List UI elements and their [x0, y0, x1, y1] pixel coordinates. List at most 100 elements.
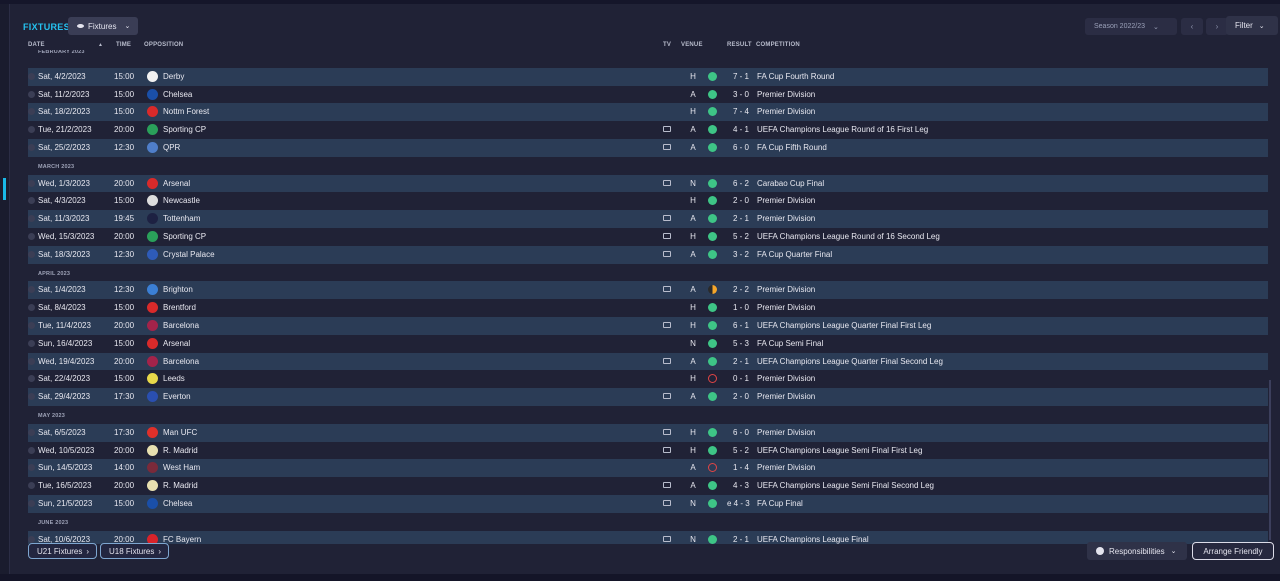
match-result[interactable]: 2 - 0: [727, 196, 749, 205]
opponent-name[interactable]: Sporting CP: [163, 125, 206, 134]
match-result[interactable]: 6 - 1: [727, 321, 749, 330]
u21-fixtures-button[interactable]: U21 Fixtures ›: [28, 543, 97, 559]
opponent-name[interactable]: Everton: [163, 392, 191, 401]
fixture-row[interactable]: Tue, 21/2/2023 20:00 Sporting CP A 4 - 1 UEFA…: [28, 121, 1268, 139]
season-selector[interactable]: Season 2022/23 ⌄: [1085, 18, 1177, 35]
competition-name[interactable]: Premier Division: [757, 392, 815, 401]
scrollbar-thumb[interactable]: [1269, 380, 1271, 540]
fixture-row[interactable]: Sat, 11/2/2023 15:00 Chelsea A 3 - 0 Premier …: [28, 86, 1268, 104]
competition-name[interactable]: Premier Division: [757, 428, 815, 437]
filter-button[interactable]: Filter ⌄: [1226, 16, 1278, 35]
match-result[interactable]: 7 - 4: [727, 107, 749, 116]
u18-fixtures-button[interactable]: U18 Fixtures ›: [100, 543, 169, 559]
column-header-result[interactable]: RESULT: [727, 42, 752, 48]
fixture-row[interactable]: Sat, 22/4/2023 15:00 Leeds H 0 - 1 Premier Di…: [28, 370, 1268, 388]
competition-name[interactable]: UEFA Champions League Semi Final First L…: [757, 446, 922, 455]
fixture-row[interactable]: Sat, 18/3/2023 12:30 Crystal Palace A 3 - 2 F…: [28, 245, 1268, 264]
fixture-row[interactable]: Sat, 1/4/2023 12:30 Brighton A 2 - 2 Premier …: [28, 281, 1268, 300]
competition-name[interactable]: UEFA Champions League Semi Final Second …: [757, 481, 934, 490]
opponent-name[interactable]: Barcelona: [163, 321, 199, 330]
competition-name[interactable]: UEFA Champions League Quarter Final Firs…: [757, 321, 931, 330]
opponent-name[interactable]: Nottm Forest: [163, 107, 209, 116]
match-result[interactable]: 2 - 1: [727, 214, 749, 223]
opponent-name[interactable]: R. Madrid: [163, 446, 198, 455]
opponent-name[interactable]: R. Madrid: [163, 481, 198, 490]
competition-name[interactable]: UEFA Champions League Round of 16 First …: [757, 125, 928, 134]
match-result[interactable]: e 4 - 3: [727, 499, 750, 508]
fixture-row[interactable]: Sun, 21/5/2023 15:00 Chelsea Ne 4 - 3 FA Cup…: [28, 494, 1268, 513]
opponent-name[interactable]: Man UFC: [163, 428, 197, 437]
fixture-row[interactable]: Sat, 25/2/2023 12:30 QPR A 6 - 0 FA Cup Fifth…: [28, 138, 1268, 157]
match-result[interactable]: 1 - 0: [727, 303, 749, 312]
opponent-name[interactable]: QPR: [163, 143, 180, 152]
column-header-venue[interactable]: VENUE: [681, 42, 703, 48]
opponent-name[interactable]: Crystal Palace: [163, 250, 215, 259]
competition-name[interactable]: FA Cup Quarter Final: [757, 250, 832, 259]
match-result[interactable]: 5 - 2: [727, 446, 749, 455]
opponent-name[interactable]: Arsenal: [163, 179, 190, 188]
opponent-name[interactable]: Sporting CP: [163, 232, 206, 241]
arrange-friendly-button[interactable]: Arrange Friendly: [1192, 542, 1274, 560]
fixture-row[interactable]: Sat, 8/4/2023 15:00 Brentford H 1 - 0 Premier…: [28, 299, 1268, 317]
competition-name[interactable]: FA Cup Fourth Round: [757, 72, 834, 81]
responsibilities-button[interactable]: Responsibilities ⌄: [1087, 542, 1187, 560]
match-result[interactable]: 3 - 2: [727, 250, 749, 259]
opponent-name[interactable]: Newcastle: [163, 196, 200, 205]
fixture-row[interactable]: Sat, 4/3/2023 15:00 Newcastle H 2 - 0 Premier…: [28, 192, 1268, 210]
competition-name[interactable]: Premier Division: [757, 214, 815, 223]
column-header-competition[interactable]: COMPETITION: [756, 42, 800, 48]
match-result[interactable]: 1 - 4: [727, 463, 749, 472]
match-result[interactable]: 2 - 1: [727, 535, 749, 544]
match-result[interactable]: 7 - 1: [727, 72, 749, 81]
competition-name[interactable]: Premier Division: [757, 374, 815, 383]
opponent-name[interactable]: Arsenal: [163, 339, 190, 348]
fixture-row[interactable]: Wed, 19/4/2023 20:00 Barcelona A 2 - 1 UEFA C…: [28, 352, 1268, 371]
competition-name[interactable]: UEFA Champions League Round of 16 Second…: [757, 232, 940, 241]
competition-name[interactable]: Premier Division: [757, 303, 815, 312]
match-result[interactable]: 6 - 2: [727, 179, 749, 188]
fixture-row[interactable]: Sat, 10/6/2023 20:00 FC Bayern N 2 - 1 UEFA C…: [28, 530, 1268, 544]
match-result[interactable]: 6 - 0: [727, 143, 749, 152]
match-result[interactable]: 6 - 0: [727, 428, 749, 437]
opponent-name[interactable]: Leeds: [163, 374, 185, 383]
fixture-row[interactable]: Tue, 16/5/2023 20:00 R. Madrid A 4 - 3 UEFA C…: [28, 477, 1268, 495]
competition-name[interactable]: FA Cup Semi Final: [757, 339, 823, 348]
match-result[interactable]: 3 - 0: [727, 90, 749, 99]
match-result[interactable]: 0 - 1: [727, 374, 749, 383]
opponent-name[interactable]: West Ham: [163, 463, 200, 472]
column-header-time[interactable]: TIME: [116, 42, 131, 48]
opponent-name[interactable]: Chelsea: [163, 499, 192, 508]
match-result[interactable]: 2 - 2: [727, 285, 749, 294]
fixture-row[interactable]: Sat, 4/2/2023 15:00 Derby H 7 - 1 FA Cup Four…: [28, 67, 1268, 86]
fixture-row[interactable]: Sun, 16/4/2023 15:00 Arsenal N 5 - 3 FA Cup S…: [28, 335, 1268, 353]
fixture-row[interactable]: Sat, 11/3/2023 19:45 Tottenham A 2 - 1 Premie…: [28, 210, 1268, 228]
fixture-row[interactable]: Wed, 15/3/2023 20:00 Sporting CP H 5 - 2 UEFA…: [28, 228, 1268, 246]
column-header-tv[interactable]: TV: [663, 42, 671, 48]
fixture-row[interactable]: Sun, 14/5/2023 14:00 West Ham A 1 - 4 Premier…: [28, 459, 1268, 478]
competition-name[interactable]: UEFA Champions League Final: [757, 535, 869, 544]
fixture-row[interactable]: Sat, 29/4/2023 17:30 Everton A 2 - 0 Premier …: [28, 388, 1268, 406]
match-result[interactable]: 2 - 0: [727, 392, 749, 401]
opponent-name[interactable]: Brighton: [163, 285, 193, 294]
match-result[interactable]: 5 - 3: [727, 339, 749, 348]
match-result[interactable]: 4 - 1: [727, 125, 749, 134]
opponent-name[interactable]: Derby: [163, 72, 184, 81]
competition-name[interactable]: Premier Division: [757, 285, 815, 294]
competition-name[interactable]: Premier Division: [757, 463, 815, 472]
fixtures-view-button[interactable]: Fixtures ⌄: [68, 17, 138, 35]
match-result[interactable]: 2 - 1: [727, 357, 749, 366]
competition-name[interactable]: UEFA Champions League Quarter Final Seco…: [757, 357, 943, 366]
competition-name[interactable]: Carabao Cup Final: [757, 179, 824, 188]
competition-name[interactable]: Premier Division: [757, 107, 815, 116]
opponent-name[interactable]: Tottenham: [163, 214, 200, 223]
opponent-name[interactable]: Barcelona: [163, 357, 199, 366]
opponent-name[interactable]: Brentford: [163, 303, 196, 312]
competition-name[interactable]: Premier Division: [757, 196, 815, 205]
competition-name[interactable]: FA Cup Final: [757, 499, 803, 508]
fixture-row[interactable]: Tue, 11/4/2023 20:00 Barcelona H 6 - 1 UEFA C…: [28, 316, 1268, 335]
fixture-row[interactable]: Wed, 1/3/2023 20:00 Arsenal N 6 - 2 Carabao C…: [28, 174, 1268, 193]
match-result[interactable]: 4 - 3: [727, 481, 749, 490]
column-header-date[interactable]: DATE: [28, 42, 45, 48]
column-header-opposition[interactable]: OPPOSITION: [144, 42, 183, 48]
previous-button[interactable]: ‹: [1181, 18, 1203, 35]
